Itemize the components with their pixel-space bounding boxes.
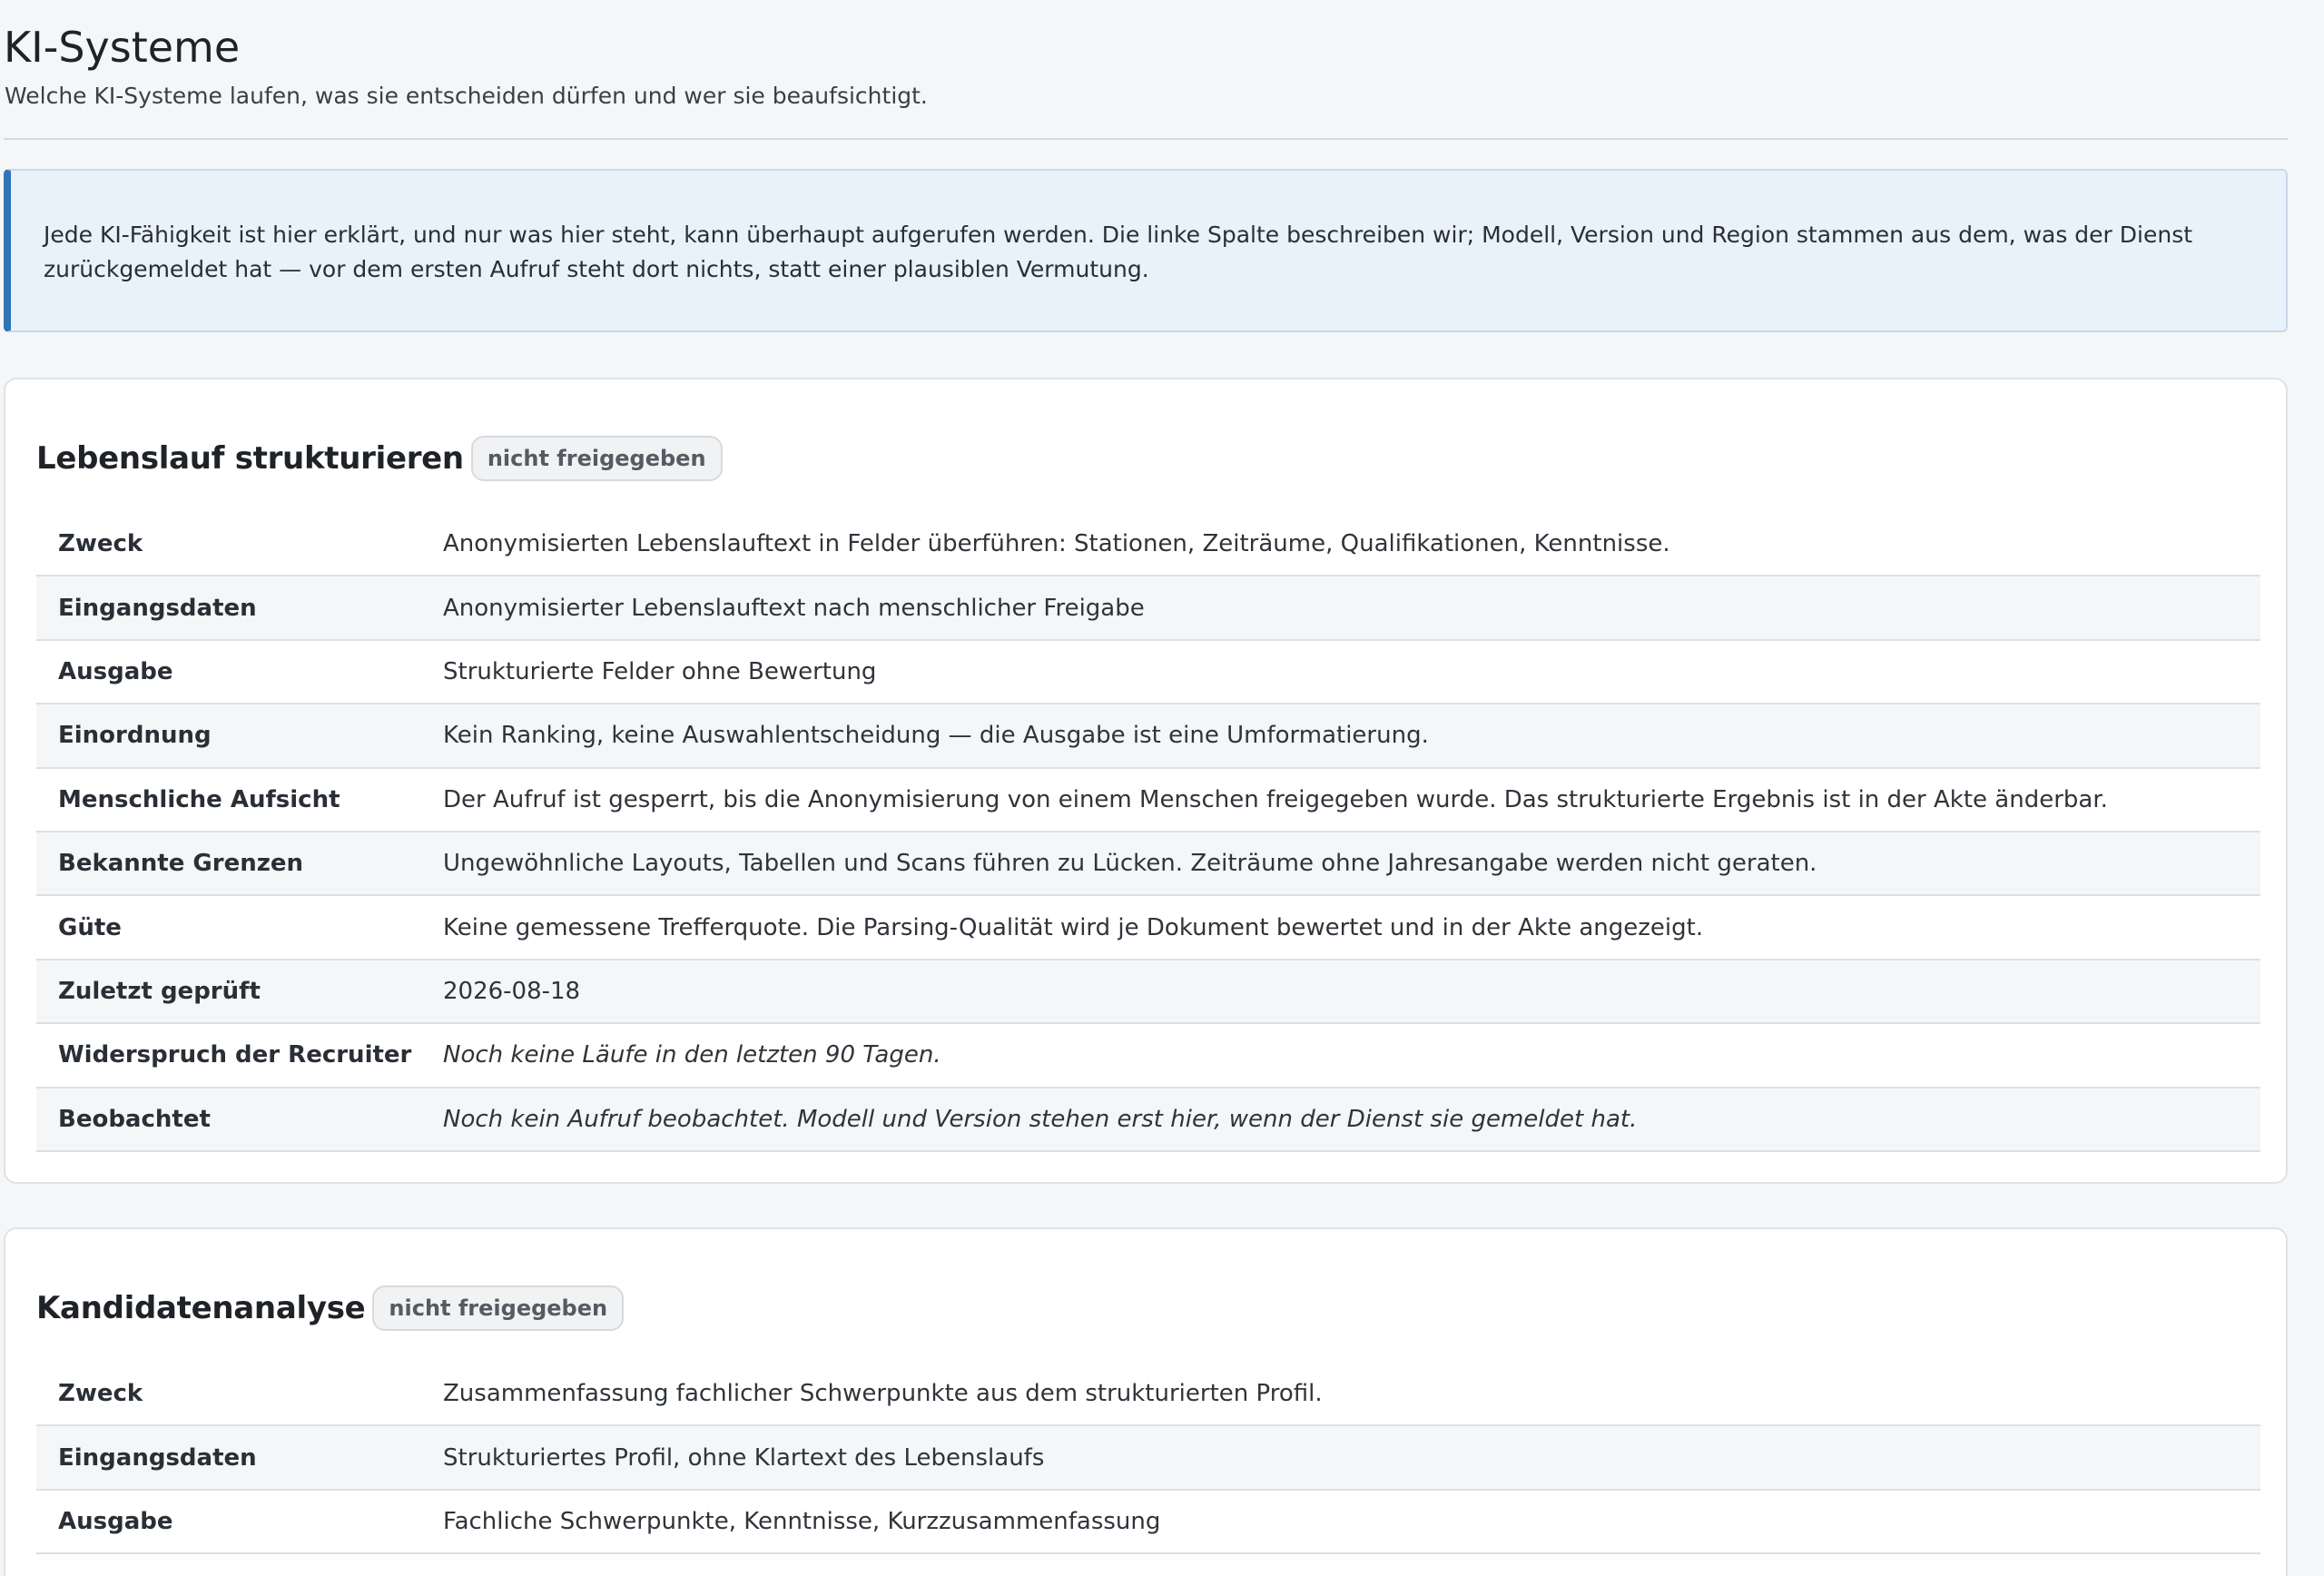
row-value: Noch keine Läufe in den letzten 90 Tagen… <box>443 1023 2260 1088</box>
page: KI-Systeme Welche KI-Systeme laufen, was… <box>0 0 2324 1576</box>
row-label: Ausgabe <box>36 1489 443 1555</box>
table-row: Menschliche Aufsicht Der Aufruf ist gesp… <box>36 767 2260 832</box>
status-badge: nicht freigegeben <box>372 1285 625 1331</box>
system-title: Kandidatenanalyse <box>36 1290 366 1326</box>
row-label: Einordnung <box>36 704 443 769</box>
table-row: Zweck Anonymisierten Lebenslauftext in F… <box>36 512 2260 577</box>
row-value: Kein Ranking, keine Auswahlentscheidung … <box>443 704 2260 769</box>
row-label: Menschliche Aufsicht <box>36 767 443 832</box>
system-details-table: Zweck Zusammenfassung fachlicher Schwerp… <box>36 1362 2260 1555</box>
table-row: Güte Keine gemessene Trefferquote. Die P… <box>36 895 2260 960</box>
row-value: Der Aufruf ist gesperrt, bis die Anonymi… <box>443 767 2260 832</box>
row-label: Bekannte Grenzen <box>36 831 443 897</box>
row-value: Zusammenfassung fachlicher Schwerpunkte … <box>443 1362 2260 1427</box>
table-row: Eingangsdaten Anonymisierter Lebenslauft… <box>36 576 2260 641</box>
row-label: Ausgabe <box>36 639 443 705</box>
table-row: Beobachtet Noch kein Aufruf beobachtet. … <box>36 1087 2260 1152</box>
row-value: 2026-08-18 <box>443 959 2260 1025</box>
table-row: Bekannte Grenzen Ungewöhnliche Layouts, … <box>36 831 2260 897</box>
page-subtitle: Welche KI-Systeme laufen, was sie entsch… <box>5 83 928 109</box>
row-label: Eingangsdaten <box>36 576 443 641</box>
system-details-table: Zweck Anonymisierten Lebenslauftext in F… <box>36 512 2260 1152</box>
table-row: Eingangsdaten Strukturiertes Profil, ohn… <box>36 1425 2260 1491</box>
row-label: Zweck <box>36 1362 443 1427</box>
table-row: Einordnung Kein Ranking, keine Auswahlen… <box>36 704 2260 769</box>
system-card-lebenslauf: Lebenslauf strukturieren nicht freigegeb… <box>4 378 2288 1184</box>
system-title: Lebenslauf strukturieren <box>36 440 464 477</box>
row-label: Güte <box>36 895 443 960</box>
info-notice-text: Jede KI-Fähigkeit ist hier erklärt, und … <box>44 222 2193 282</box>
table-row: Widerspruch der Recruiter Noch keine Läu… <box>36 1023 2260 1088</box>
row-label: Zuletzt geprüft <box>36 959 443 1025</box>
row-label: Beobachtet <box>36 1087 443 1152</box>
status-badge: nicht freigegeben <box>470 436 723 481</box>
row-value: Anonymisierten Lebenslauftext in Felder … <box>443 512 2260 577</box>
row-value: Fachliche Schwerpunkte, Kenntnisse, Kurz… <box>443 1489 2260 1555</box>
card-header: Kandidatenanalyse nicht freigegeben <box>36 1285 625 1331</box>
table-row: Zweck Zusammenfassung fachlicher Schwerp… <box>36 1362 2260 1427</box>
row-value: Noch kein Aufruf beobachtet. Modell und … <box>443 1087 2260 1152</box>
row-value: Strukturiertes Profil, ohne Klartext des… <box>443 1425 2260 1491</box>
card-header: Lebenslauf strukturieren nicht freigegeb… <box>36 436 723 481</box>
table-row: Ausgabe Fachliche Schwerpunkte, Kenntnis… <box>36 1489 2260 1555</box>
system-card-kandidatenanalyse: Kandidatenanalyse nicht freigegeben Zwec… <box>4 1227 2288 1576</box>
table-row: Ausgabe Strukturierte Felder ohne Bewert… <box>36 639 2260 705</box>
row-value: Anonymisierter Lebenslauftext nach mensc… <box>443 576 2260 641</box>
info-notice: Jede KI-Fähigkeit ist hier erklärt, und … <box>4 169 2288 332</box>
row-value: Ungewöhnliche Layouts, Tabellen und Scan… <box>443 831 2260 897</box>
row-value: Keine gemessene Trefferquote. Die Parsin… <box>443 895 2260 960</box>
row-label: Zweck <box>36 512 443 577</box>
row-label: Eingangsdaten <box>36 1425 443 1491</box>
page-title: KI-Systeme <box>4 23 241 72</box>
row-label: Widerspruch der Recruiter <box>36 1023 443 1088</box>
row-value: Strukturierte Felder ohne Bewertung <box>443 639 2260 705</box>
header-divider <box>4 138 2288 140</box>
table-row: Zuletzt geprüft 2026-08-18 <box>36 959 2260 1025</box>
